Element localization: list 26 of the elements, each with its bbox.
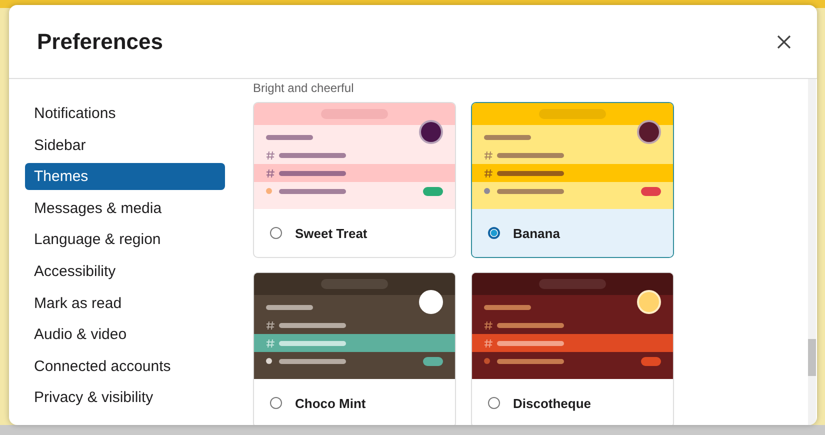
section-label: Bright and cheerful (253, 81, 354, 96)
theme-name: Sweet Treat (295, 226, 368, 240)
theme-card[interactable]: Discotheque (471, 272, 674, 425)
theme-name: Banana (513, 226, 560, 240)
nav-item[interactable]: Connected accounts (25, 352, 225, 380)
radio-button[interactable] (488, 227, 500, 239)
radio-button[interactable] (270, 227, 282, 239)
nav-item[interactable]: Accessibility (25, 258, 225, 285)
theme-card[interactable]: Banana (471, 102, 674, 258)
dialog-title: Preferences (37, 28, 163, 54)
theme-name: Choco Mint (295, 396, 366, 410)
radio-button[interactable] (270, 397, 282, 409)
theme-name: Discotheque (513, 396, 592, 410)
theme-card[interactable]: Sweet Treat (253, 102, 456, 258)
nav-item[interactable]: Sidebar (25, 132, 225, 159)
scrollbar[interactable] (808, 79, 816, 425)
radio-button[interactable] (488, 397, 500, 409)
nav-item[interactable]: Messages & media (25, 194, 225, 222)
nav-item[interactable]: Themes (25, 163, 225, 190)
nav-item[interactable]: Language & region (25, 226, 225, 254)
nav-item[interactable]: Notifications (25, 100, 225, 127)
nav-item[interactable]: Mark as read (25, 290, 225, 317)
nav-item[interactable]: Audio & video (25, 321, 225, 348)
theme-card[interactable]: Choco Mint (253, 272, 456, 425)
nav-item[interactable]: Privacy & visibility (25, 384, 225, 412)
close-icon (777, 34, 791, 48)
